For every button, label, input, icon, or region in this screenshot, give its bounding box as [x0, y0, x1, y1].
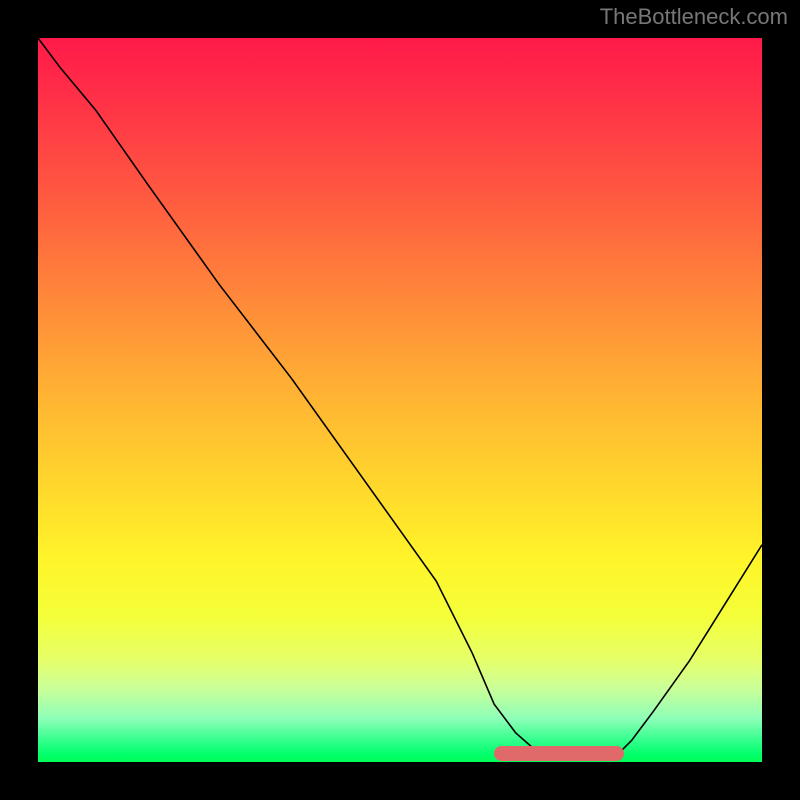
watermark-text: TheBottleneck.com [600, 4, 788, 30]
chart-plot-area [38, 38, 762, 762]
highlight-band [494, 746, 624, 761]
chart-curve-svg [38, 38, 762, 762]
chart-curve-path [38, 38, 762, 758]
